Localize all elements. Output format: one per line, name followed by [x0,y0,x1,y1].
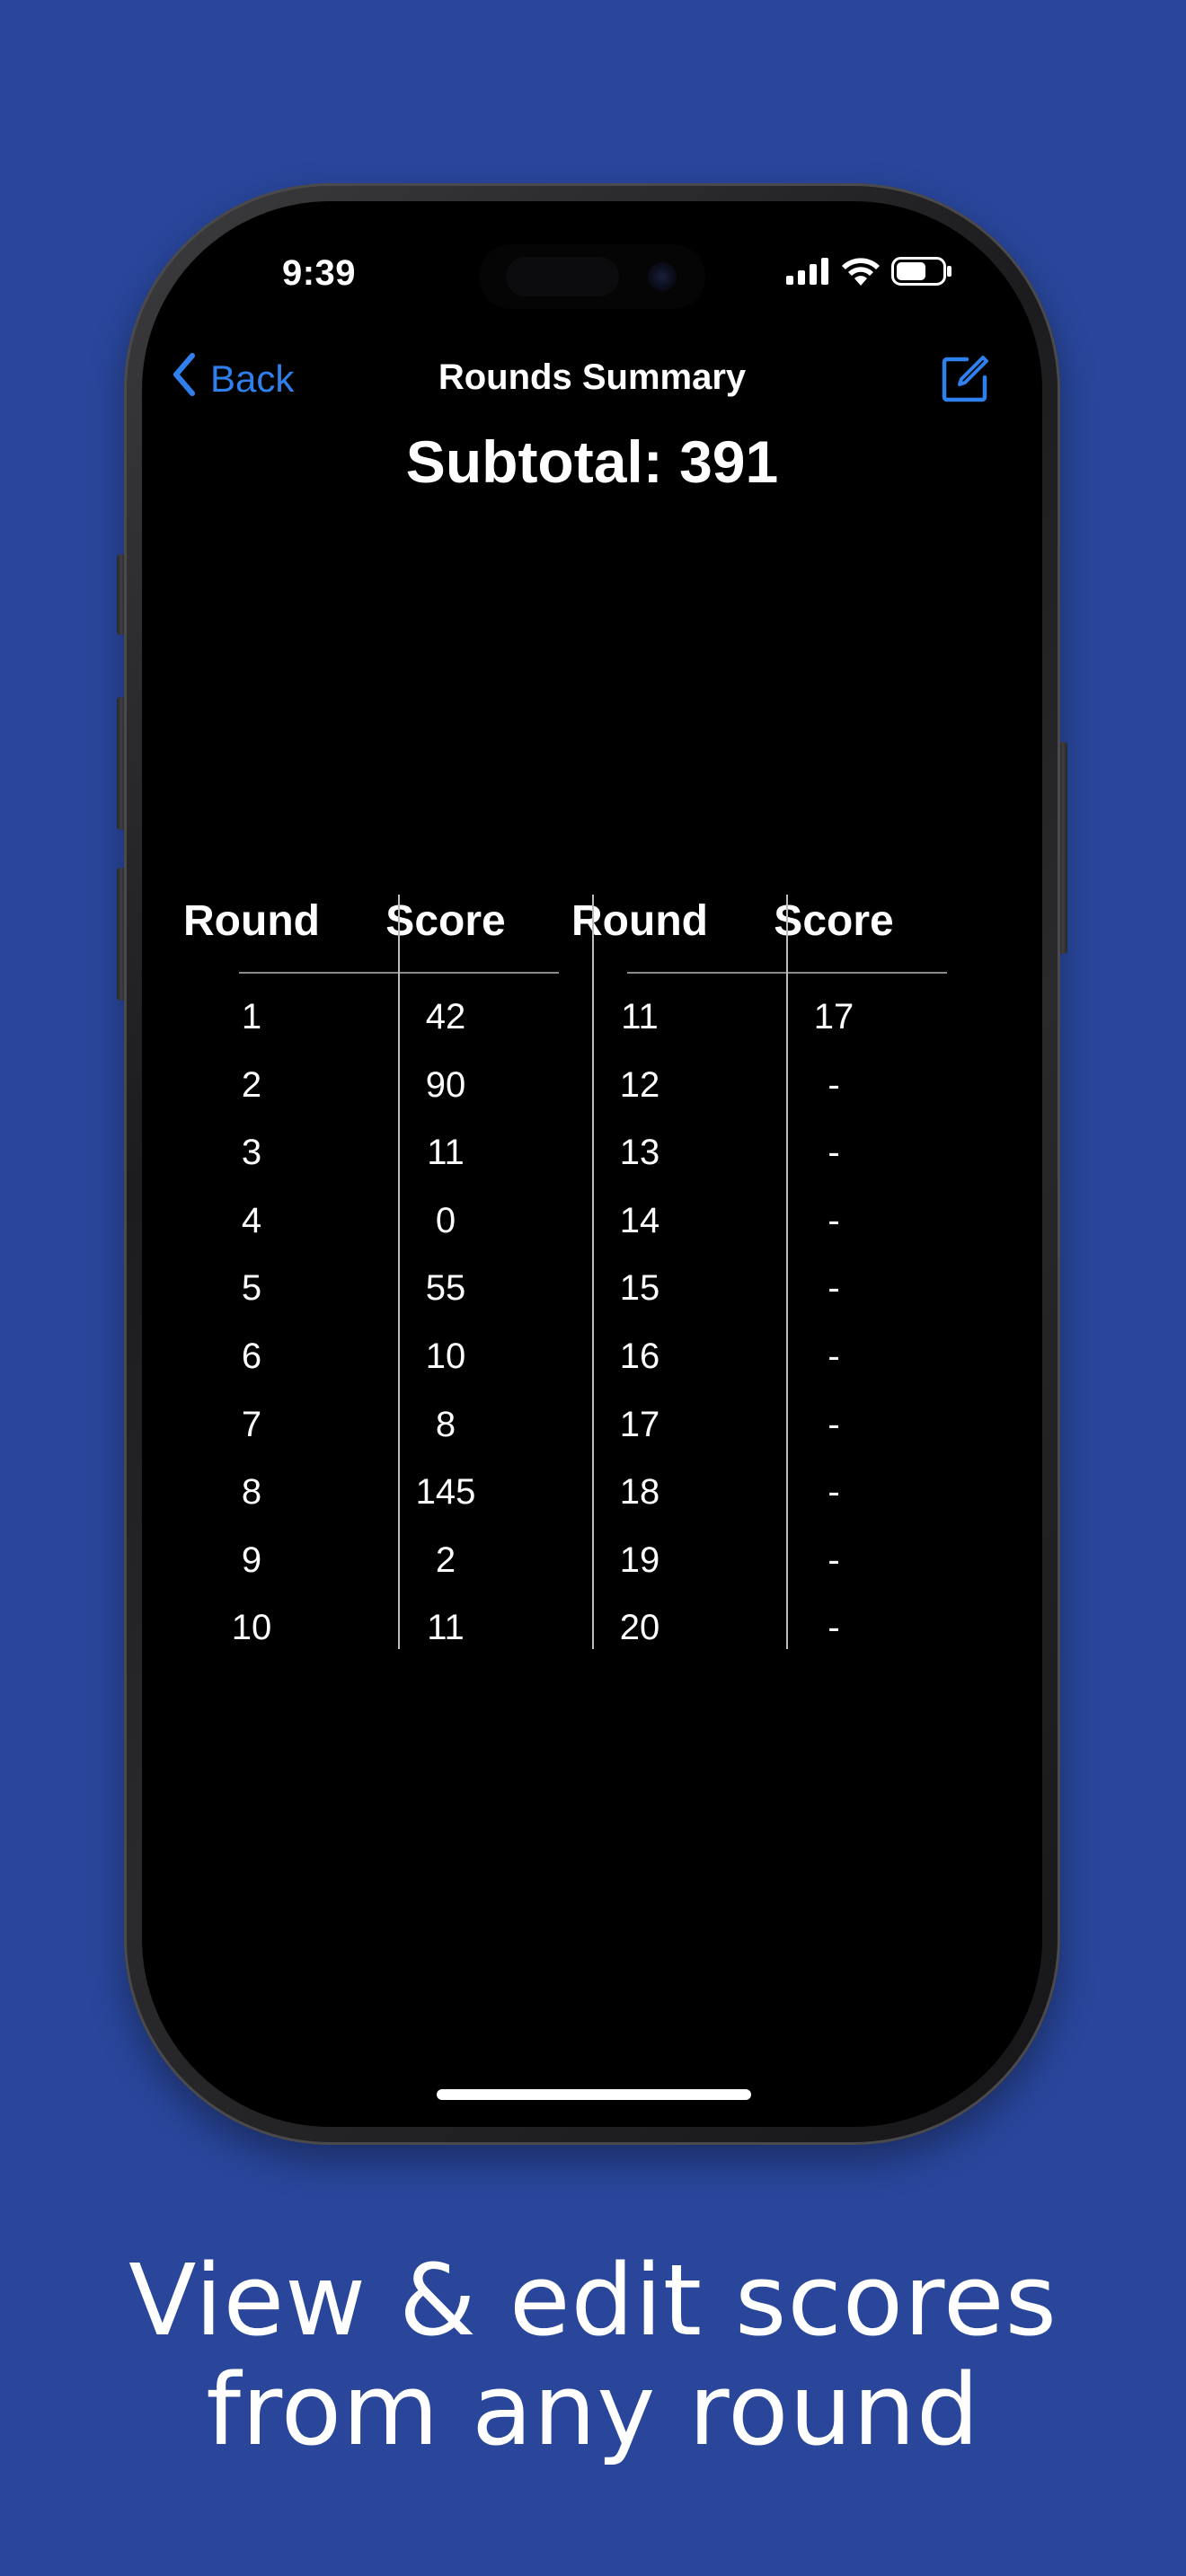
score-cell[interactable]: - [753,1405,915,1445]
promo-caption: View & edit scores from any round [0,2245,1186,2465]
score-cell[interactable]: - [753,1201,915,1241]
score-cell[interactable]: 17 [753,997,915,1037]
column-header-score: Score [774,897,894,945]
round-cell: 7 [241,1405,262,1444]
score-cell[interactable]: - [753,1065,915,1106]
round-cell: 2 [241,1065,262,1105]
score-cell[interactable]: - [753,1608,915,1648]
round-cell: 3 [241,1133,262,1172]
score-cell[interactable]: - [753,1337,915,1377]
rounds-table: Round Score Round Score 1 42 11 17 2 90 12-3 11… [142,201,1042,2127]
round-cell: 20 [619,1608,660,1647]
round-cell: 5 [241,1268,262,1308]
score-cell[interactable]: - [753,1133,915,1173]
round-cell: 12 [619,1065,660,1105]
score-cell[interactable]: 11 [365,1133,527,1173]
round-cell: 1 [241,997,262,1037]
round-cell: 13 [619,1133,660,1172]
column-header-score: Score [385,897,506,945]
round-cell: 6 [241,1337,262,1376]
round-cell: 16 [619,1337,660,1376]
round-cell: 10 [231,1608,272,1647]
column-header-round: Round [183,897,320,945]
round-cell: 14 [619,1201,660,1240]
home-indicator[interactable] [437,2089,751,2100]
score-cell[interactable]: - [753,1268,915,1309]
round-cell: 4 [241,1201,262,1240]
round-cell: 17 [619,1405,660,1444]
round-cell: 15 [619,1268,660,1308]
caption-line-1: View & edit scores [128,2243,1058,2358]
round-cell: 18 [619,1472,660,1512]
round-cell: 11 [621,997,659,1037]
score-cell[interactable]: 42 [365,997,527,1037]
caption-line-2: from any round [206,2352,980,2467]
round-cell: 8 [241,1472,262,1512]
phone-screen: 9:39 Back Rounds Summary Subtotal: 391 R… [142,201,1042,2127]
score-cell[interactable]: 2 [365,1540,527,1581]
round-cell: 19 [619,1540,660,1580]
score-cell[interactable]: - [753,1472,915,1513]
score-cell[interactable]: 10 [365,1337,527,1377]
score-cell[interactable]: 145 [365,1472,527,1513]
score-cell[interactable]: 0 [365,1201,527,1241]
score-cell[interactable]: 90 [365,1065,527,1106]
score-cell[interactable]: 55 [365,1268,527,1309]
score-cell[interactable]: - [753,1540,915,1581]
score-cell[interactable]: 11 [365,1608,527,1648]
score-cell[interactable]: 8 [365,1405,527,1445]
round-cell: 9 [241,1540,262,1580]
column-header-round: Round [571,897,708,945]
